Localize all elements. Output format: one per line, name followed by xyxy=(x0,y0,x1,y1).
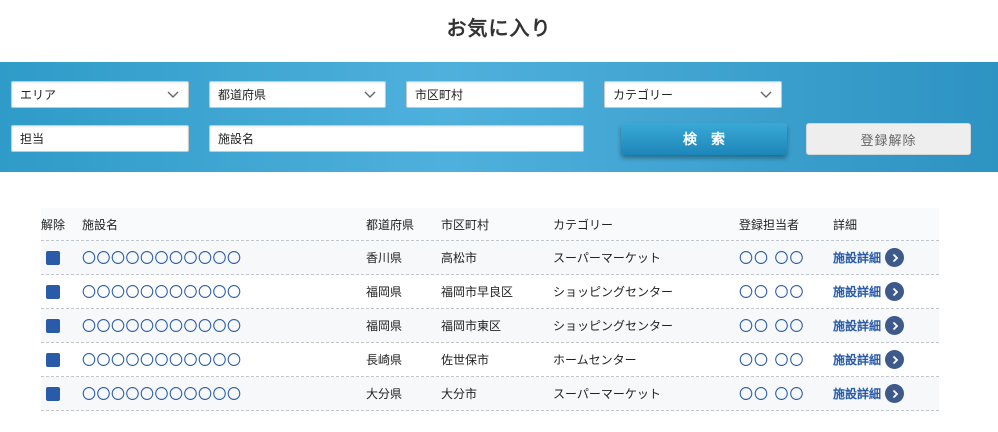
city-input-placeholder: 市区町村 xyxy=(415,88,464,102)
area-select[interactable]: エリア xyxy=(11,81,189,108)
facility-detail-link[interactable]: 施設詳細 xyxy=(833,275,905,308)
facility-detail-label: 施設詳細 xyxy=(833,251,882,265)
chevron-down-icon xyxy=(167,91,179,98)
staff-name: 〇〇 〇〇 xyxy=(739,386,805,403)
category-select[interactable]: カテゴリー xyxy=(604,81,782,108)
table-row: 〇〇〇〇〇〇〇〇〇〇〇 香川県 高松市 スーパーマーケット 〇〇 〇〇 施設詳細 xyxy=(41,241,939,275)
cell-city: 大分市 xyxy=(441,387,478,401)
staff-input[interactable]: 担当 xyxy=(11,125,189,152)
table-row: 〇〇〇〇〇〇〇〇〇〇〇 大分県 大分市 スーパーマーケット 〇〇 〇〇 施設詳細 xyxy=(41,377,939,411)
cell-category: ホームセンター xyxy=(553,353,637,367)
cell-city: 高松市 xyxy=(441,251,478,265)
header-city: 市区町村 xyxy=(441,217,490,232)
cell-pref: 大分県 xyxy=(366,387,403,401)
facility-detail-label: 施設詳細 xyxy=(833,353,882,367)
facility-detail-label: 施設詳細 xyxy=(833,387,882,401)
cell-city: 福岡市早良区 xyxy=(441,285,514,299)
unregister-checkbox[interactable] xyxy=(46,386,60,401)
header-name: 施設名 xyxy=(82,217,119,232)
unregister-checkbox[interactable] xyxy=(46,284,60,299)
unregister-checkbox[interactable] xyxy=(46,318,60,333)
staff-name: 〇〇 〇〇 xyxy=(739,250,805,267)
prefecture-select[interactable]: 都道府県 xyxy=(209,81,386,108)
cell-category: スーパーマーケット xyxy=(553,251,661,265)
chevron-right-circle-icon xyxy=(885,282,905,301)
header-staff: 登録担当者 xyxy=(739,217,800,232)
search-panel: エリア 都道府県 市区町村 カテゴリー 担当 施設名 検索 登録解除 xyxy=(0,62,998,172)
facility-name-link[interactable]: 〇〇〇〇〇〇〇〇〇〇〇 xyxy=(82,350,242,370)
chevron-down-icon xyxy=(364,91,376,98)
table-row: 〇〇〇〇〇〇〇〇〇〇〇 福岡県 福岡市早良区 ショッピングセンター 〇〇 〇〇 … xyxy=(41,275,939,309)
facility-input-placeholder: 施設名 xyxy=(218,132,255,146)
header-detail: 詳細 xyxy=(833,217,858,232)
category-select-value: カテゴリー xyxy=(613,88,674,102)
facility-detail-link[interactable]: 施設詳細 xyxy=(833,309,905,342)
staff-name: 〇〇 〇〇 xyxy=(739,318,805,335)
cell-pref: 福岡県 xyxy=(366,319,403,333)
table-row: 〇〇〇〇〇〇〇〇〇〇〇 福岡県 福岡市東区 ショッピングセンター 〇〇 〇〇 施… xyxy=(41,309,939,343)
facility-name-link[interactable]: 〇〇〇〇〇〇〇〇〇〇〇 xyxy=(82,316,242,336)
cell-category: スーパーマーケット xyxy=(553,387,661,401)
table-row: 〇〇〇〇〇〇〇〇〇〇〇 長崎県 佐世保市 ホームセンター 〇〇 〇〇 施設詳細 xyxy=(41,343,939,377)
header-category: カテゴリー xyxy=(553,217,614,232)
cell-category: ショッピングセンター xyxy=(553,319,674,333)
facility-name-link[interactable]: 〇〇〇〇〇〇〇〇〇〇〇 xyxy=(82,282,242,302)
chevron-right-circle-icon xyxy=(885,350,905,369)
facility-detail-link[interactable]: 施設詳細 xyxy=(833,343,905,376)
facility-detail-link[interactable]: 施設詳細 xyxy=(833,241,905,274)
city-input[interactable]: 市区町村 xyxy=(406,81,584,108)
chevron-right-circle-icon xyxy=(885,384,905,403)
chevron-right-circle-icon xyxy=(885,248,905,267)
facility-input[interactable]: 施設名 xyxy=(209,125,584,152)
facility-detail-label: 施設詳細 xyxy=(833,319,882,333)
cell-pref: 福岡県 xyxy=(366,285,403,299)
cell-pref: 長崎県 xyxy=(366,353,403,367)
unregister-button[interactable]: 登録解除 xyxy=(806,123,971,155)
header-del: 解除 xyxy=(41,217,66,232)
prefecture-select-value: 都道府県 xyxy=(218,88,267,102)
facility-detail-link[interactable]: 施設詳細 xyxy=(833,377,905,410)
search-button[interactable]: 検索 xyxy=(621,123,787,155)
staff-name: 〇〇 〇〇 xyxy=(739,284,805,301)
cell-category: ショッピングセンター xyxy=(553,285,674,299)
chevron-down-icon xyxy=(760,91,772,98)
unregister-checkbox[interactable] xyxy=(46,352,60,367)
unregister-checkbox[interactable] xyxy=(46,250,60,265)
page-title: お気に入り xyxy=(446,16,552,40)
facility-name-link[interactable]: 〇〇〇〇〇〇〇〇〇〇〇 xyxy=(82,248,242,268)
staff-name: 〇〇 〇〇 xyxy=(739,352,805,369)
favorites-table: 解除 施設名 都道府県 市区町村 カテゴリー 登録担当者 詳細 〇〇〇〇〇〇〇〇… xyxy=(41,208,939,411)
facility-detail-label: 施設詳細 xyxy=(833,285,882,299)
header-pref: 都道府県 xyxy=(366,217,415,232)
table-header: 解除 施設名 都道府県 市区町村 カテゴリー 登録担当者 詳細 xyxy=(41,208,939,241)
cell-pref: 香川県 xyxy=(366,251,403,265)
cell-city: 福岡市東区 xyxy=(441,319,502,333)
staff-input-placeholder: 担当 xyxy=(20,132,45,146)
cell-city: 佐世保市 xyxy=(441,353,490,367)
area-select-value: エリア xyxy=(20,88,57,102)
chevron-right-circle-icon xyxy=(885,316,905,335)
facility-name-link[interactable]: 〇〇〇〇〇〇〇〇〇〇〇 xyxy=(82,384,242,404)
